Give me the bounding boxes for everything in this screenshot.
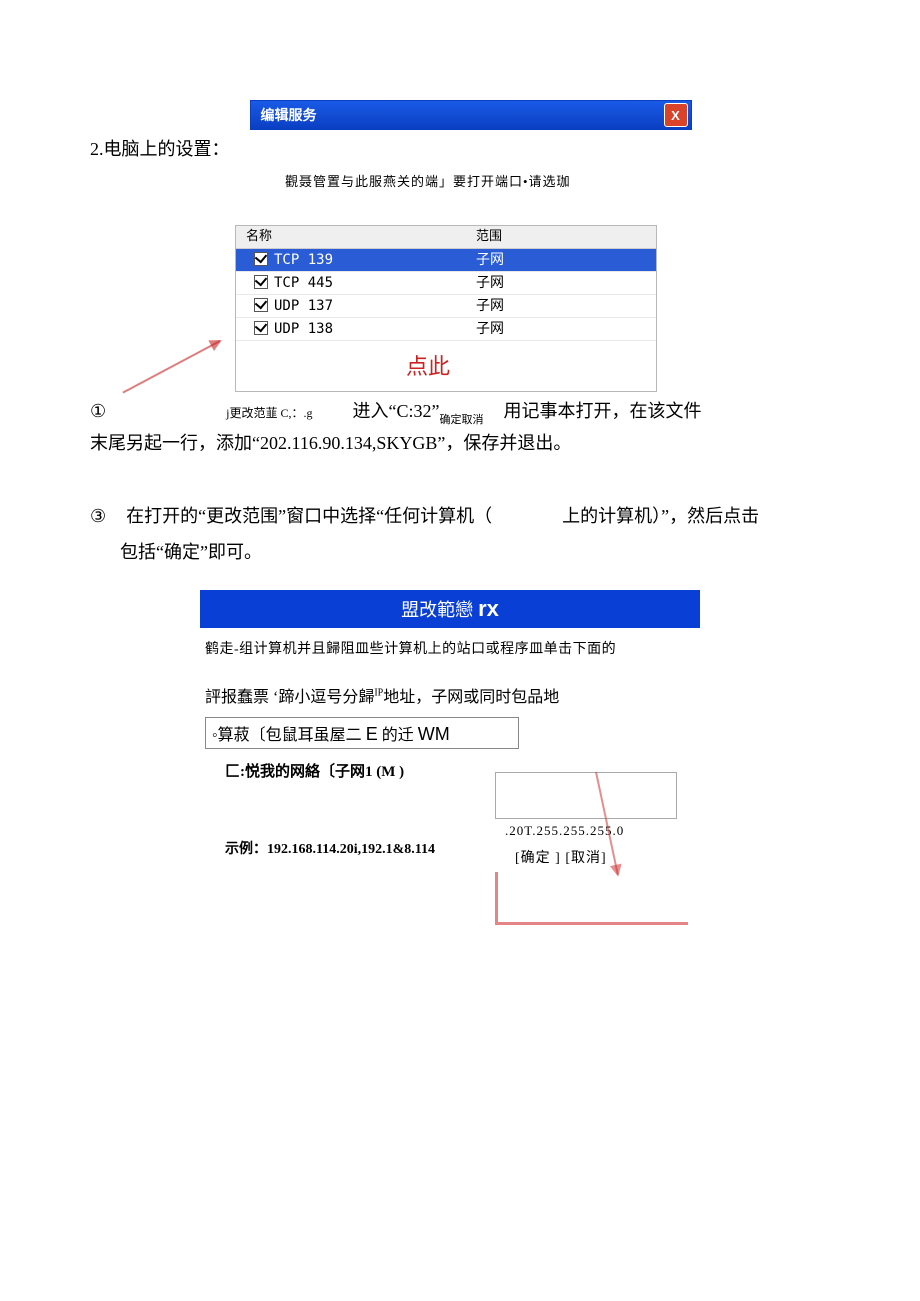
- row-scope: 子网: [476, 318, 656, 340]
- dialog2-title-suffix: rx: [478, 596, 499, 621]
- dialog-subtitle: 觀聂管置与此服燕关的端」要打开端口•请选珈: [285, 171, 860, 190]
- dialog-titlebar: 编辑服务 X: [250, 100, 692, 130]
- section-heading: 2.电脑上的设置：: [90, 135, 230, 161]
- list-row[interactable]: UDP 137 子网: [236, 295, 656, 318]
- list-row[interactable]: TCP 445 子网: [236, 272, 656, 295]
- highlight-bracket: [495, 872, 688, 925]
- list-row[interactable]: TCP 139 子网: [236, 249, 656, 272]
- step-text: 上的计算机）”，然后点击: [562, 498, 759, 534]
- step-text: 用记事本打开，在该文件: [503, 397, 701, 423]
- dialog2-desc: 評报蠢票 ‘蹄小逗号分歸IP地址，子网或同时包品地: [205, 683, 860, 707]
- header-name: 名称: [236, 226, 476, 248]
- step-number: ①: [90, 401, 106, 422]
- list-header: 名称 范围: [236, 226, 656, 249]
- dialog2-title: 盟改範戀: [401, 600, 473, 620]
- dialog-title: 编辑服务: [261, 105, 317, 125]
- step-text: 进入“C:32”确定取消: [352, 397, 483, 423]
- row-name: TCP 139: [274, 252, 333, 268]
- cancel-button[interactable]: [取消]: [565, 851, 606, 866]
- header-scope: 范围: [476, 226, 656, 248]
- port-list: 名称 范围 TCP 139 子网 TCP 445 子网 UDP 137 子网 U…: [235, 225, 657, 392]
- row-name: UDP 138: [274, 321, 333, 337]
- step-text: 包括“确定”即可。: [120, 534, 860, 570]
- small-caption: j更改范韮 C,：.g: [226, 404, 312, 421]
- option-text[interactable]: 匚:悦我的网絡〔子网1 (M ): [225, 761, 425, 784]
- checkbox-icon[interactable]: [254, 321, 268, 335]
- checkbox-icon[interactable]: [254, 275, 268, 289]
- click-hint: 点此: [406, 349, 450, 381]
- option-text: 的迁: [382, 727, 414, 744]
- close-icon[interactable]: X: [664, 103, 688, 127]
- option-text: ◦算菽〔包鼠耳虽屋二: [212, 727, 362, 744]
- ok-button[interactable]: [确定 ]: [515, 851, 561, 866]
- option-text: E: [366, 724, 378, 744]
- row-scope: 子网: [476, 295, 656, 317]
- step-number: ③: [90, 498, 106, 534]
- list-row[interactable]: UDP 138 子网: [236, 318, 656, 341]
- ip-sample-text: .20T.255.255.255.0: [495, 823, 705, 839]
- list-footer: 点此: [236, 341, 656, 391]
- checkbox-icon[interactable]: [254, 298, 268, 312]
- option-text: WM: [418, 724, 450, 744]
- row-scope: 子网: [476, 272, 656, 294]
- checkbox-icon[interactable]: [254, 252, 268, 266]
- dialog2-desc: 鹤走-组计算机并且歸阻皿些计算机上的站口或程序皿单击下面的: [205, 638, 860, 658]
- step-text: 在打开的“更改范围”窗口中选择“任何计算机（: [126, 498, 492, 534]
- ip-input[interactable]: [495, 772, 677, 819]
- option-box[interactable]: ◦算菽〔包鼠耳虽屋二 E 的迁 WM: [205, 717, 519, 749]
- step-text: 末尾另起一行，添加“202.116.90.134,SKYGB”，保存并退出。: [90, 429, 860, 458]
- row-scope: 子网: [476, 249, 656, 271]
- row-name: UDP 137: [274, 298, 333, 314]
- step-block: ③ 在打开的“更改范围”窗口中选择“任何计算机（ 上的计算机）”，然后点击 包括…: [90, 498, 860, 570]
- arrow-icon: [122, 340, 220, 393]
- dialog2-titlebar: 盟改範戀 rx: [200, 590, 700, 628]
- row-name: TCP 445: [274, 275, 333, 291]
